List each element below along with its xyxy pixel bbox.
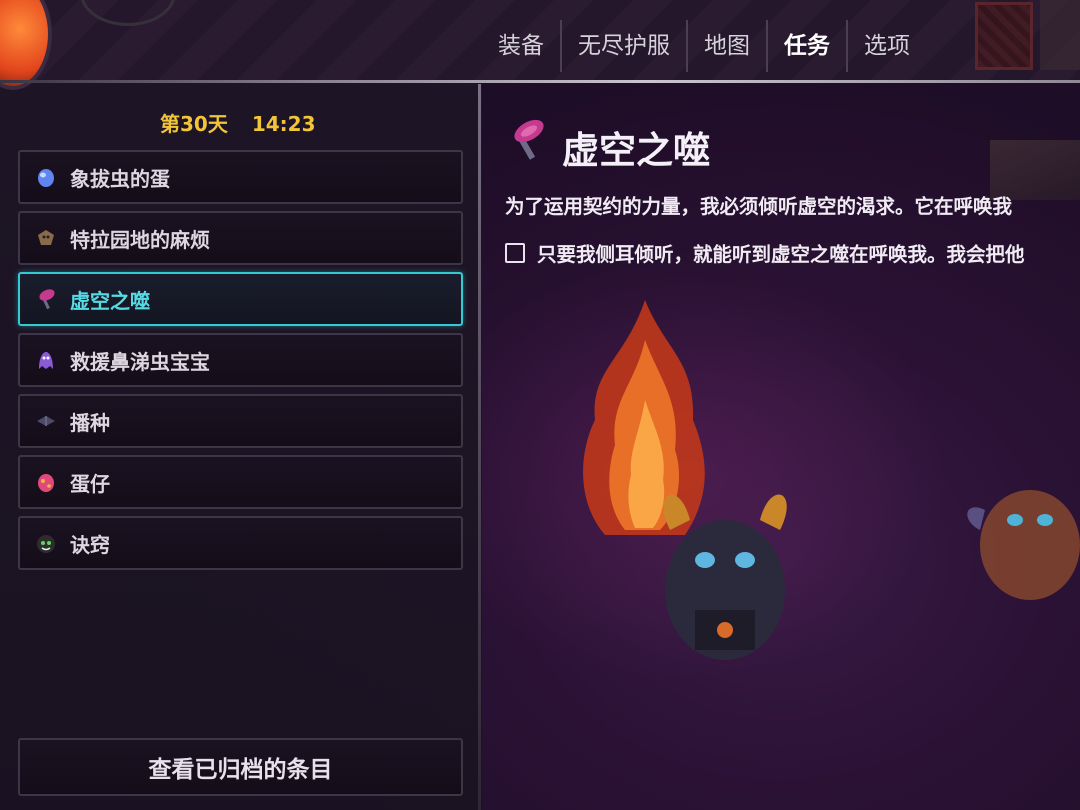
building-wall bbox=[1040, 0, 1080, 70]
quest-label: 蛋仔 bbox=[70, 471, 110, 496]
nav-divider bbox=[0, 80, 1080, 83]
quest-label: 象拔虫的蛋 bbox=[70, 166, 170, 191]
tab-equipment[interactable]: 装备 bbox=[482, 20, 562, 72]
void-hammer-icon bbox=[514, 119, 544, 160]
quest-item[interactable]: 播种 bbox=[18, 394, 463, 448]
tab-map[interactable]: 地图 bbox=[688, 20, 768, 72]
quest-label: 救援鼻涕虫宝宝 bbox=[70, 349, 210, 374]
horned-pet-creature bbox=[663, 494, 787, 660]
tab-endless-suit[interactable]: 无尽护服 bbox=[562, 20, 688, 72]
objective-checkbox bbox=[505, 242, 525, 263]
view-archived-button[interactable]: 查看已归档的条目 bbox=[18, 738, 463, 796]
creature-head-icon bbox=[34, 226, 58, 250]
quest-label: 特拉园地的麻烦 bbox=[70, 227, 210, 252]
panel-divider bbox=[478, 84, 481, 810]
quest-title: 虚空之噬 bbox=[562, 129, 710, 172]
quest-label: 虚空之噬 bbox=[70, 288, 150, 313]
quest-list: 象拔虫的蛋 特拉园地的麻烦 虚空之噬 救援鼻涕虫宝宝 播种 蛋仔 诀窍 bbox=[18, 150, 463, 577]
quest-item[interactable]: 救援鼻涕虫宝宝 bbox=[18, 333, 463, 387]
day-time-display: 第30天 14:23 bbox=[160, 108, 316, 137]
clock-time: 14:23 bbox=[251, 112, 316, 136]
quest-label: 播种 bbox=[70, 410, 110, 435]
quest-item[interactable]: 诀窍 bbox=[18, 516, 463, 570]
pink-egg-icon bbox=[34, 470, 58, 494]
void-hammer-icon bbox=[34, 287, 58, 311]
blue-egg-icon bbox=[34, 165, 58, 189]
quest-item[interactable]: 象拔虫的蛋 bbox=[18, 150, 463, 204]
tab-quests[interactable]: 任务 bbox=[768, 20, 848, 72]
day-counter: 第30天 bbox=[160, 112, 228, 136]
quest-item[interactable]: 蛋仔 bbox=[18, 455, 463, 509]
tips-face-icon bbox=[34, 531, 58, 555]
top-nav: 装备 无尽护服 地图 任务 选项 bbox=[482, 20, 926, 72]
building-window bbox=[975, 2, 1033, 70]
seed-icon bbox=[34, 409, 58, 433]
quest-item[interactable]: 特拉园地的麻烦 bbox=[18, 211, 463, 265]
quest-item-selected[interactable]: 虚空之噬 bbox=[18, 272, 463, 326]
objective-text: 只要我侧耳倾听，就能听到虚空之噬在呼唤我。我会把他 bbox=[537, 243, 1025, 266]
orange-pet-creature bbox=[967, 490, 1080, 600]
tab-options[interactable]: 选项 bbox=[848, 20, 926, 72]
quest-label: 诀窍 bbox=[70, 532, 110, 557]
quest-description: 为了运用契约的力量，我必须倾听虚空的渴求。它在呼唤我 bbox=[505, 195, 1013, 218]
ghost-slug-icon bbox=[34, 348, 58, 372]
quest-objective: 只要我侧耳倾听，就能听到虚空之噬在呼唤我。我会把他 bbox=[505, 238, 1080, 267]
